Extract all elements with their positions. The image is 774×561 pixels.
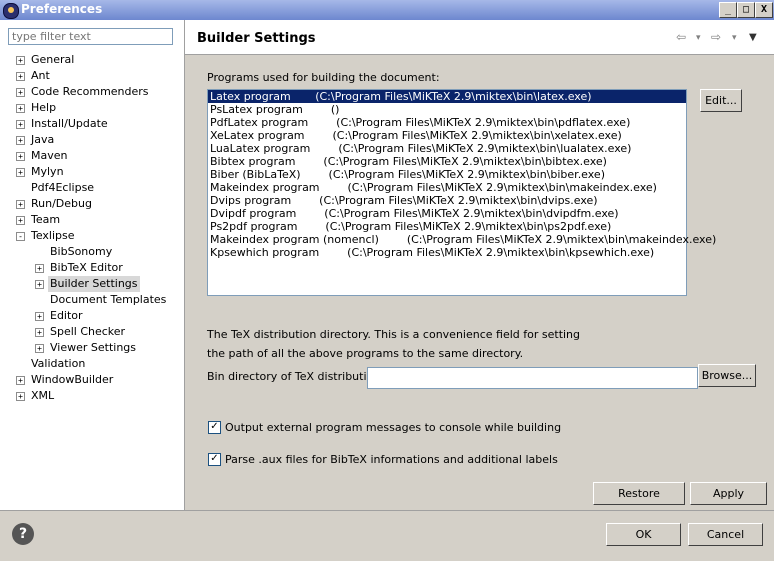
program-row[interactable]: Dvips program (C:\Program Files\MiKTeX 2… [208, 194, 686, 207]
minimize-button[interactable]: _ [719, 2, 737, 18]
tree-expander-icon[interactable]: + [35, 280, 44, 289]
back-icon[interactable]: ⇦ [676, 30, 686, 44]
tree-expander-icon[interactable]: + [35, 344, 44, 353]
forward-icon[interactable]: ⇨ [711, 30, 721, 44]
tree-item-run-debug[interactable]: Run/Debug [31, 196, 92, 212]
tree-expander-icon[interactable]: + [16, 392, 25, 401]
program-row[interactable]: PsLatex program () [208, 103, 686, 116]
tree-expander-icon[interactable]: + [16, 136, 25, 145]
browse-button[interactable]: Browse... [698, 364, 756, 387]
program-row[interactable]: Makeindex program (C:\Program Files\MiKT… [208, 181, 686, 194]
output-messages-checkbox[interactable]: ✓ [208, 421, 221, 434]
tree-item-document-templates[interactable]: Document Templates [50, 292, 166, 308]
program-row[interactable]: Makeindex program (nomencl) (C:\Program … [208, 233, 716, 246]
output-messages-label: Output external program messages to cons… [225, 421, 562, 434]
tree-expander-icon[interactable]: + [16, 120, 25, 129]
tree-item-pdf4eclipse[interactable]: Pdf4Eclipse [31, 180, 94, 196]
edit-button[interactable]: Edit... [700, 89, 742, 112]
title-bar: Preferences _ □ X [0, 0, 774, 20]
close-button[interactable]: X [755, 2, 773, 18]
tree-item-bibsonomy[interactable]: BibSonomy [50, 244, 112, 260]
apply-button[interactable]: Apply [690, 482, 767, 505]
program-row[interactable]: Latex program (C:\Program Files\MiKTeX 2… [208, 90, 686, 103]
tree-expander-icon[interactable]: + [16, 200, 25, 209]
edit-button-label: Edit... [705, 94, 737, 107]
help-icon[interactable]: ? [12, 523, 34, 545]
preference-tree-pane: + General + Ant + Code Recommenders + Help + Inst… [0, 20, 185, 510]
tree-item-xml[interactable]: XML [31, 388, 54, 404]
tree-expander-icon[interactable]: + [16, 376, 25, 385]
program-row[interactable]: Ps2pdf program (C:\Program Files\MiKTeX … [208, 220, 686, 233]
tree-expander-icon[interactable]: + [16, 216, 25, 225]
program-row[interactable]: XeLatex program (C:\Program Files\MiKTeX… [208, 129, 686, 142]
tree-item-java[interactable]: Java [31, 132, 54, 148]
tree-item-code-recommenders[interactable]: Code Recommenders [31, 84, 149, 100]
tree-item-install-update[interactable]: Install/Update [31, 116, 108, 132]
bin-directory-input[interactable] [367, 367, 698, 389]
view-menu-icon[interactable]: ▼ [749, 32, 757, 43]
tree-expander-icon[interactable]: + [16, 56, 25, 65]
tree-expander-icon[interactable]: + [35, 264, 44, 273]
program-row[interactable]: Kpsewhich program (C:\Program Files\MiKT… [208, 246, 686, 259]
bin-directory-label: Bin directory of TeX distribution: [207, 370, 384, 383]
tree-expander-icon[interactable]: + [16, 168, 25, 177]
tree-item-viewer-settings[interactable]: Viewer Settings [50, 340, 136, 356]
tree-item-validation[interactable]: Validation [31, 356, 85, 372]
filter-input[interactable] [8, 28, 173, 45]
page-header: Builder Settings ⇦ ▾ ⇨ ▾ ▼ [185, 20, 774, 55]
tree-item-spell-checker[interactable]: Spell Checker [50, 324, 125, 340]
texdir-description-2: the path of all the above programs to th… [207, 347, 524, 360]
programs-label: Programs used for building the document: [207, 71, 440, 84]
restore-defaults-button[interactable]: Restore Defaults [593, 482, 685, 521]
back-menu-icon[interactable]: ▾ [696, 33, 701, 43]
program-row[interactable]: PdfLatex program (C:\Program Files\MiKTe… [208, 116, 686, 129]
tree-expander-icon[interactable]: - [16, 232, 25, 241]
parse-aux-checkbox[interactable]: ✓ [208, 453, 221, 466]
tree-expander-icon[interactable]: + [16, 88, 25, 97]
tree-item-help[interactable]: Help [31, 100, 56, 116]
window-title: Preferences [21, 2, 103, 16]
tree-item-team[interactable]: Team [31, 212, 60, 228]
program-row[interactable]: Biber (BibLaTeX) (C:\Program Files\MiKTe… [208, 168, 686, 181]
tree-item-texlipse[interactable]: Texlipse [31, 228, 75, 244]
tree-item-general[interactable]: General [31, 52, 74, 68]
preference-page: Builder Settings ⇦ ▾ ⇨ ▾ ▼ Programs used… [185, 20, 774, 521]
program-row[interactable]: LuaLatex program (C:\Program Files\MiKTe… [208, 142, 686, 155]
page-title: Builder Settings [197, 31, 316, 46]
tree-expander-icon[interactable]: + [16, 152, 25, 161]
tree-expander-icon[interactable]: + [16, 72, 25, 81]
tree-item-editor[interactable]: Editor [50, 308, 83, 324]
tree-item-windowbuilder[interactable]: WindowBuilder [31, 372, 113, 388]
tree-item-builder-settings[interactable]: Builder Settings [48, 276, 140, 292]
tree-item-mylyn[interactable]: Mylyn [31, 164, 64, 180]
texdir-description-1: The TeX distribution directory. This is … [207, 328, 581, 341]
tree-item-ant[interactable]: Ant [31, 68, 50, 84]
tree-item-bibtex-editor[interactable]: BibTeX Editor [50, 260, 123, 276]
forward-menu-icon[interactable]: ▾ [732, 33, 737, 43]
dialog-button-bar: ? OK Cancel [0, 510, 774, 561]
eclipse-icon [3, 3, 19, 19]
program-row[interactable]: Dvipdf program (C:\Program Files\MiKTeX … [208, 207, 686, 220]
tree-expander-icon[interactable]: + [35, 328, 44, 337]
programs-list[interactable]: Latex program (C:\Program Files\MiKTeX 2… [207, 89, 716, 296]
tree-expander-icon[interactable]: + [16, 104, 25, 113]
tree-expander-icon[interactable]: + [35, 312, 44, 321]
cancel-button[interactable]: Cancel [688, 523, 763, 546]
program-row[interactable]: Bibtex program (C:\Program Files\MiKTeX … [208, 155, 686, 168]
parse-aux-label: Parse .aux files for BibTeX informations… [225, 453, 558, 466]
maximize-button[interactable]: □ [737, 2, 755, 18]
tree-item-maven[interactable]: Maven [31, 148, 67, 164]
ok-button[interactable]: OK [606, 523, 681, 546]
